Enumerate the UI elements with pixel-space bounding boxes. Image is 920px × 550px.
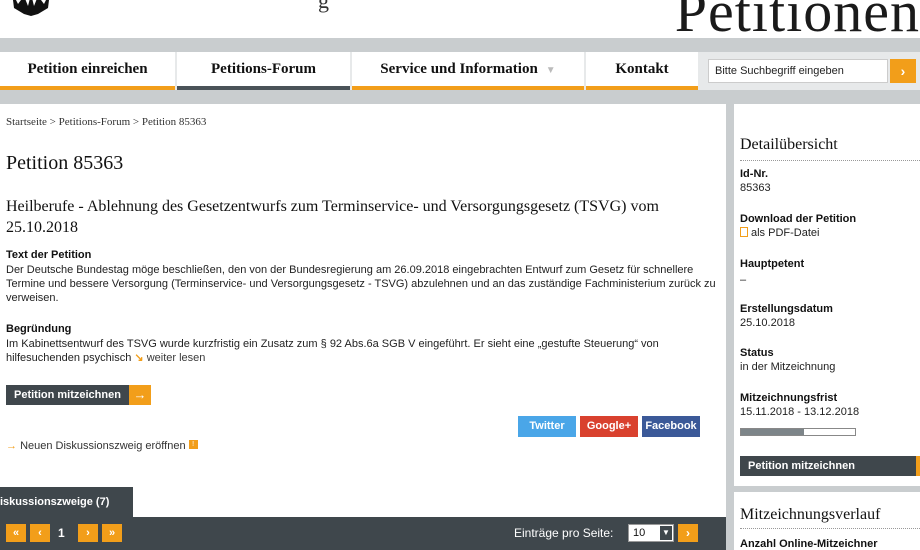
id-value: 85363	[740, 182, 771, 194]
tab-diskussionszweige[interactable]: Diskussionszweige (7)	[0, 487, 133, 517]
per-page-value: 10	[633, 527, 646, 539]
site-name-fragment: g	[318, 0, 329, 13]
erstellungsdatum-label: Erstellungsdatum	[740, 303, 833, 315]
petition-text-body: Der Deutsche Bundestag möge beschließen,…	[6, 264, 716, 304]
button-accent	[916, 456, 920, 476]
breadcrumb[interactable]: Startseite > Petitions-Forum > Petition …	[6, 116, 206, 128]
frist-value: 15.11.2018 - 13.12.2018	[740, 406, 860, 418]
search-input[interactable]: Bitte Suchbegriff eingeben	[708, 59, 888, 83]
anzahl-label: Anzahl Online-Mitzeichner	[740, 538, 878, 550]
nav-label: Kontakt	[615, 61, 669, 77]
sidebar-title: Detailübersicht	[740, 136, 838, 153]
frist-progress-bar	[740, 428, 856, 436]
detail-sidebar: Detailübersicht Id-Nr. 85363 Download de…	[734, 104, 920, 550]
frist-label: Mitzeichnungsfrist	[740, 392, 838, 404]
eagle-logo-icon[interactable]	[8, 0, 54, 16]
main-content: Startseite > Petitions-Forum > Petition …	[0, 104, 726, 550]
nav-band-bottom	[0, 90, 920, 104]
pager-prev-button[interactable]: ‹	[30, 524, 50, 542]
pager-first-button[interactable]: «	[6, 524, 26, 542]
nav-petition-einreichen[interactable]: Petition einreichen	[0, 52, 175, 90]
per-page-select[interactable]: 10 ▼	[628, 524, 674, 542]
nav-kontakt[interactable]: Kontakt	[586, 52, 698, 90]
site-brand[interactable]: Petitionen	[675, 0, 920, 38]
id-label: Id-Nr.	[740, 168, 769, 180]
page-title: Petition 85363	[6, 152, 124, 174]
erstellungsdatum-value: 25.10.2018	[740, 317, 796, 329]
nav-label: Service und Information	[380, 61, 538, 77]
pager-next-button[interactable]: ›	[78, 524, 98, 542]
per-page-label: Einträge pro Seite:	[514, 526, 614, 540]
nav-label: Petitions-Forum	[211, 61, 316, 77]
sign-petition-label: Petition mitzeichnen	[740, 456, 916, 476]
sign-petition-label: Petition mitzeichnen	[6, 385, 129, 405]
main-nav: Petition einreichen Petitions-Forum Serv…	[0, 52, 920, 90]
nav-service-information[interactable]: Service und Information ▼	[352, 52, 584, 90]
nav-band-top	[0, 38, 920, 52]
status-value: in der Mitzeichnung	[740, 361, 836, 373]
begruendung-heading: Begründung	[6, 323, 72, 335]
pdf-download-link[interactable]: als PDF-Datei	[740, 227, 819, 239]
search-submit-button[interactable]: ›	[890, 59, 916, 83]
site-header: g Petitionen	[0, 0, 920, 38]
nav-label: Petition einreichen	[27, 61, 148, 77]
per-page-go-button[interactable]: ›	[678, 524, 698, 542]
begruendung-body: Im Kabinettsentwurf des TSVG wurde kurzf…	[6, 337, 718, 365]
sign-petition-button[interactable]: Petition mitzeichnen →	[6, 385, 151, 405]
nav-petitions-forum[interactable]: Petitions-Forum	[177, 52, 350, 90]
new-discussion-link[interactable]: → Neuen Diskussionszweig eröffnen!	[6, 440, 198, 452]
divider	[740, 528, 920, 529]
arrow-down-right-icon: ↘	[134, 352, 144, 364]
pager-current-page[interactable]: 1	[58, 524, 65, 542]
share-google-button[interactable]: Google+	[580, 416, 638, 437]
new-discussion-label: Neuen Diskussionszweig eröffnen	[20, 440, 186, 452]
info-badge-icon: !	[188, 440, 198, 449]
pdf-link-label: als PDF-Datei	[751, 227, 820, 239]
divider	[740, 160, 920, 161]
verlauf-title: Mitzeichnungsverlauf	[740, 506, 881, 523]
download-label: Download der Petition	[740, 213, 857, 225]
petition-subtitle: Heilberufe - Ablehnung des Gesetzentwurf…	[6, 198, 659, 236]
hauptpetent-value: –	[740, 274, 747, 286]
pager-last-button[interactable]: »	[102, 524, 122, 542]
sidebar-divider	[726, 104, 734, 550]
hauptpetent-label: Hauptpetent	[740, 258, 805, 270]
sidebar-band	[734, 486, 920, 492]
petition-text-heading: Text der Petition	[6, 249, 92, 261]
share-facebook-button[interactable]: Facebook	[642, 416, 700, 437]
tab-label: Diskussionszweige (7)	[0, 496, 110, 508]
frist-progress-fill	[741, 429, 804, 435]
weiter-lesen-link[interactable]: weiter lesen	[147, 352, 206, 364]
begruendung-text: Im Kabinettsentwurf des TSVG wurde kurzf…	[6, 338, 659, 364]
arrow-right-icon: →	[128, 385, 151, 405]
sidebar-sign-petition-button[interactable]: Petition mitzeichnen	[740, 456, 920, 476]
pdf-file-icon	[740, 227, 748, 237]
arrow-right-icon: →	[6, 440, 17, 452]
pagination-bar: « ‹ 1 › » Einträge pro Seite: 10 ▼ ›	[0, 517, 726, 550]
chevron-down-icon: ▼	[660, 526, 672, 540]
share-twitter-button[interactable]: Twitter	[518, 416, 576, 437]
chevron-down-icon: ▼	[545, 65, 556, 76]
status-label: Status	[740, 347, 774, 359]
